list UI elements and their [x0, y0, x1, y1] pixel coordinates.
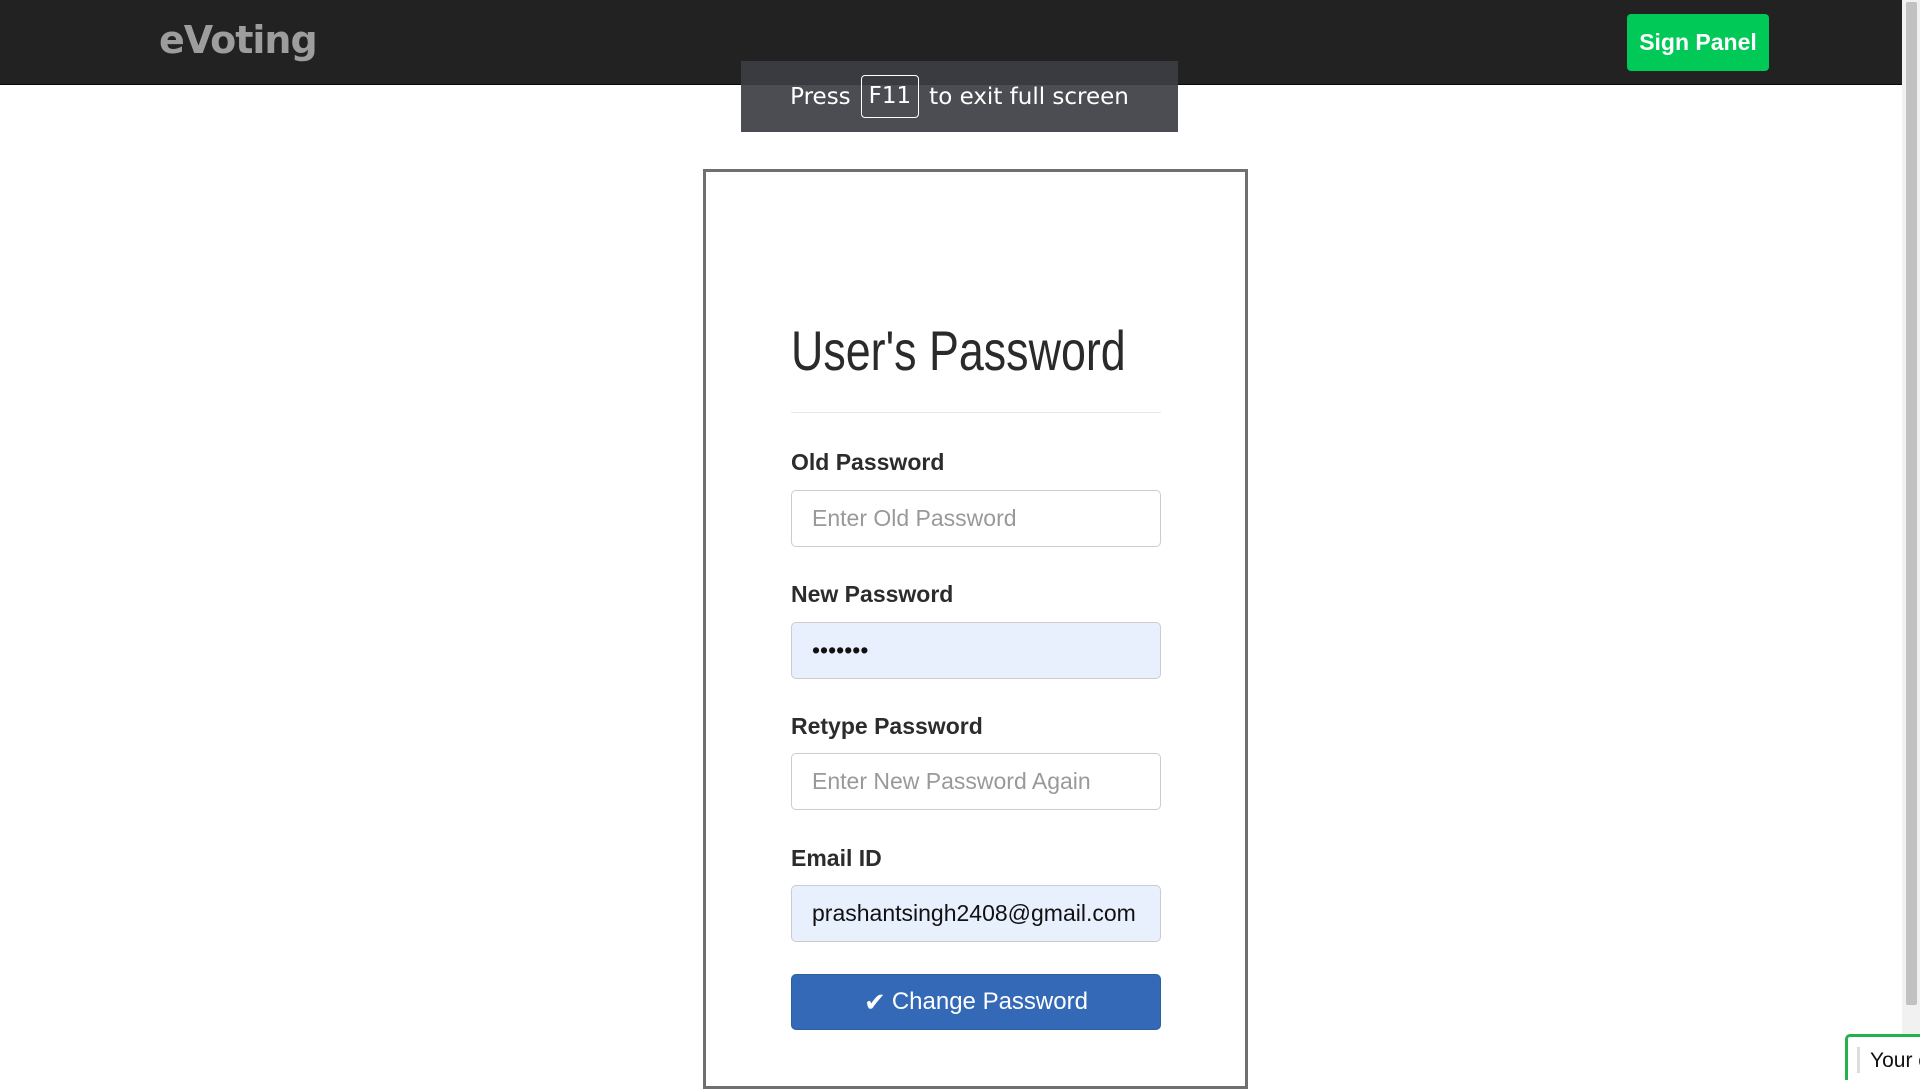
toast-prefix: Press — [790, 83, 851, 110]
check-icon: ✔ — [864, 987, 886, 1017]
new-password-label: New Password — [791, 581, 954, 607]
old-password-label: Old Password — [791, 449, 945, 475]
notification-drag-handle — [1857, 1047, 1860, 1073]
email-label: Email ID — [791, 845, 882, 871]
corner-notification[interactable]: Your c — [1845, 1034, 1920, 1080]
fullscreen-exit-toast: Press F11 to exit full screen — [741, 61, 1178, 132]
email-field[interactable] — [791, 885, 1161, 942]
change-password-label: Change Password — [891, 988, 1088, 1015]
toast-suffix: to exit full screen — [929, 83, 1129, 110]
scrollbar-thumb[interactable] — [1906, 2, 1917, 1005]
old-password-field[interactable] — [791, 490, 1161, 547]
f11-key-badge: F11 — [860, 75, 920, 118]
title-divider — [791, 412, 1161, 413]
page-scrollbar[interactable] — [1902, 0, 1920, 1080]
retype-password-label: Retype Password — [791, 713, 983, 739]
page-title: User's Password — [791, 319, 1126, 382]
sign-panel-button[interactable]: Sign Panel — [1627, 14, 1769, 71]
notification-text: Your c — [1870, 1049, 1920, 1072]
brand-logo-link[interactable]: eVoting — [159, 18, 318, 62]
new-password-field[interactable] — [791, 622, 1161, 679]
change-password-button[interactable]: ✔ Change Password — [791, 974, 1161, 1030]
retype-password-field[interactable] — [791, 753, 1161, 810]
